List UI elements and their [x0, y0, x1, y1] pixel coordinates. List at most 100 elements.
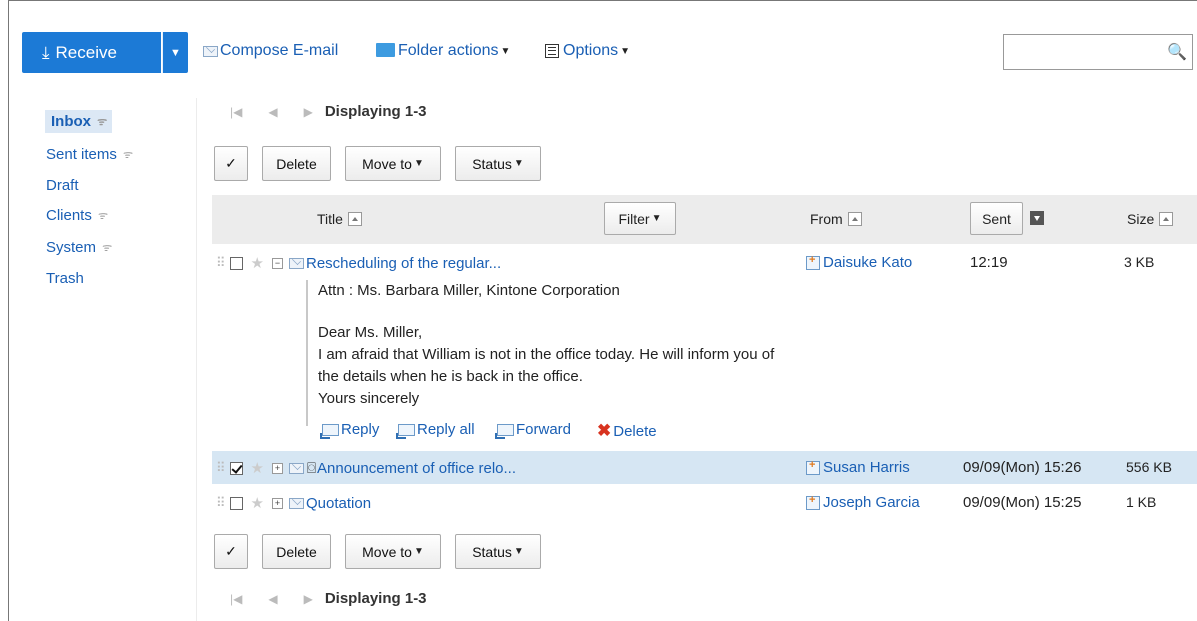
table-row[interactable]: ⠿ ★ − Rescheduling of the regular... — [216, 254, 501, 273]
pager-text: Displaying 1-3 — [324, 590, 427, 607]
pager-text: Displaying 1-3 — [324, 103, 427, 120]
pager-top: |◀ ◀ ▶ Displaying 1-3 — [230, 103, 427, 120]
folder-actions-label: Folder actions — [398, 42, 499, 59]
table-row[interactable]: ⠿ ★ + ⌼ Announcement of office relo... — [216, 459, 516, 478]
column-sent-label: Sent — [982, 210, 1011, 227]
preview-border — [306, 280, 308, 426]
delete-x-icon: ✖ — [597, 421, 612, 440]
search-input[interactable]: 🔍 — [1003, 34, 1193, 70]
reply-link[interactable]: Reply — [320, 421, 379, 439]
column-sent[interactable]: Sent — [970, 202, 1023, 235]
select-all-button[interactable]: ✓ — [214, 146, 248, 181]
status-button[interactable]: Status ▼ — [455, 534, 541, 569]
drag-handle-icon[interactable]: ⠿ — [216, 460, 225, 476]
from-cell[interactable]: Joseph Garcia — [806, 494, 920, 511]
column-size[interactable]: Size — [1127, 211, 1174, 227]
mail-title-link[interactable]: Quotation — [306, 495, 371, 512]
row-checkbox[interactable] — [229, 256, 243, 270]
compose-email-link[interactable]: Compose E-mail — [203, 42, 338, 60]
options-menu[interactable]: Options ▼ — [545, 42, 630, 60]
star-icon[interactable]: ★ — [251, 459, 264, 477]
sender-link[interactable]: Joseph Garcia — [823, 494, 920, 511]
user-icon — [806, 459, 820, 475]
sort-asc-icon[interactable] — [347, 212, 362, 226]
select-all-button[interactable]: ✓ — [214, 534, 248, 569]
folder-icon — [376, 43, 395, 57]
caret-down-icon: ▼ — [651, 213, 662, 224]
sent-time: 09/09(Mon) 15:26 — [963, 459, 1082, 476]
delete-label: Delete — [276, 155, 317, 172]
rss-icon[interactable]: ᯤ — [101, 240, 111, 255]
sort-asc-icon[interactable] — [1159, 212, 1174, 226]
first-page-icon[interactable]: |◀ — [230, 105, 242, 119]
sent-cell: 09/09(Mon) 15:25 — [963, 494, 1081, 511]
rss-icon[interactable]: ᯤ — [97, 208, 107, 223]
caret-down-icon: ▼ — [513, 158, 524, 169]
sidebar-item-inbox[interactable]: Inbox ᯤ — [45, 110, 113, 133]
star-icon[interactable]: ★ — [251, 254, 264, 272]
sidebar-item-trash[interactable]: Trash — [46, 270, 84, 287]
delete-button[interactable]: Delete — [262, 146, 331, 181]
delete-mail-link[interactable]: ✖ Delete — [597, 421, 657, 441]
search-icon[interactable]: 🔍 — [1167, 42, 1187, 62]
sidebar-item-draft[interactable]: Draft — [46, 177, 79, 194]
expand-icon[interactable]: + — [271, 462, 283, 474]
sidebar-item-label: Trash — [46, 270, 84, 287]
preview-line: I am afraid that William is not in the o… — [318, 346, 775, 363]
drag-handle-icon[interactable]: ⠿ — [216, 255, 225, 271]
preview-line: Dear Ms. Miller, — [318, 324, 423, 341]
caret-down-icon: ▼ — [620, 45, 631, 57]
sidebar-item-clients[interactable]: Clients ᯤ — [46, 207, 107, 224]
delete-button[interactable]: Delete — [262, 534, 331, 569]
size-cell: 3 KB — [1124, 254, 1154, 270]
sort-asc-icon[interactable] — [847, 212, 862, 226]
reply-all-link[interactable]: Reply all — [396, 421, 475, 439]
attachment-icon: ⌼ — [306, 459, 316, 477]
from-cell[interactable]: Susan Harris — [806, 459, 910, 476]
filter-button[interactable]: Filter ▼ — [604, 202, 676, 235]
forward-link[interactable]: Forward — [495, 421, 571, 439]
caret-down-icon: ▼ — [500, 45, 511, 57]
sidebar-item-system[interactable]: System ᯤ — [46, 239, 111, 256]
status-button[interactable]: Status ▼ — [455, 146, 541, 181]
move-to-label: Move to — [362, 543, 412, 560]
row-checkbox[interactable] — [229, 461, 243, 475]
prev-page-icon[interactable]: ◀ — [268, 105, 277, 119]
drag-handle-icon[interactable]: ⠿ — [216, 495, 225, 511]
move-to-button[interactable]: Move to ▼ — [345, 534, 441, 569]
check-icon: ✓ — [225, 543, 237, 559]
table-header: Title Filter ▼ From Sent Size — [212, 195, 1197, 244]
delete-label: Delete — [276, 543, 317, 560]
prev-page-icon[interactable]: ◀ — [268, 592, 277, 606]
row-checkbox[interactable] — [229, 496, 243, 510]
next-page-icon[interactable]: ▶ — [304, 592, 313, 606]
receive-button[interactable]: ⤓ Receive — [22, 32, 161, 73]
mail-title-link[interactable]: Rescheduling of the regular... — [306, 255, 501, 272]
folder-actions-menu[interactable]: Folder actions ▼ — [376, 42, 510, 60]
status-label: Status — [472, 543, 512, 560]
sort-desc-toggle[interactable] — [1030, 211, 1044, 225]
mail-size: 556 KB — [1126, 459, 1172, 475]
column-from[interactable]: From — [810, 211, 862, 227]
sender-link[interactable]: Susan Harris — [823, 459, 910, 476]
sidebar-item-label: Draft — [46, 177, 79, 194]
receive-dropdown-button[interactable]: ▼ — [162, 32, 188, 73]
sender-link[interactable]: Daisuke Kato — [823, 254, 912, 271]
star-icon[interactable]: ★ — [251, 494, 264, 512]
next-page-icon[interactable]: ▶ — [304, 105, 313, 119]
rss-icon[interactable]: ᯤ — [122, 147, 132, 162]
table-row[interactable]: ⠿ ★ + Quotation — [216, 494, 371, 513]
first-page-icon[interactable]: |◀ — [230, 592, 242, 606]
column-title[interactable]: Title — [317, 211, 362, 227]
move-to-button[interactable]: Move to ▼ — [345, 146, 441, 181]
rss-icon[interactable]: ᯤ — [96, 114, 106, 129]
collapse-icon[interactable]: − — [271, 257, 283, 269]
expand-icon[interactable]: + — [271, 497, 283, 509]
from-cell[interactable]: Daisuke Kato — [806, 254, 912, 271]
filter-label: Filter — [618, 210, 650, 227]
sort-desc-icon[interactable] — [1030, 211, 1044, 225]
envelope-icon — [203, 45, 218, 57]
mail-title-link[interactable]: Announcement of office relo... — [317, 460, 516, 477]
sidebar-item-sent-items[interactable]: Sent items ᯤ — [46, 146, 132, 163]
receive-label: Receive — [55, 42, 117, 62]
